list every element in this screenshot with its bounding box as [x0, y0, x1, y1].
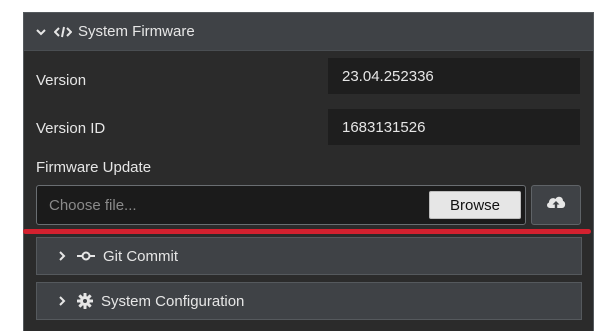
system-firmware-header[interactable]: System Firmware: [24, 13, 593, 51]
firmware-update-label: Firmware Update: [36, 159, 152, 176]
system-firmware-title: System Firmware: [78, 23, 195, 40]
chevron-down-icon: [34, 25, 48, 39]
system-configuration-title: System Configuration: [101, 292, 245, 310]
git-commit-title: Git Commit: [103, 247, 178, 265]
upload-firmware-button[interactable]: [531, 185, 581, 225]
version-label: Version: [36, 72, 87, 89]
gear-icon: [77, 293, 93, 309]
git-commit-icon: [77, 250, 95, 262]
browse-button[interactable]: Browse: [429, 191, 521, 219]
version-value: 23.04.252336: [328, 58, 580, 94]
version-id-value-text: 1683131526: [342, 118, 426, 136]
browse-button-label: Browse: [449, 196, 501, 214]
version-id-value: 1683131526: [328, 109, 580, 145]
code-icon: [54, 25, 72, 39]
git-commit-section[interactable]: Git Commit: [36, 237, 582, 275]
version-id-label: Version ID: [36, 120, 106, 137]
cloud-upload-icon: [545, 194, 567, 217]
system-configuration-section[interactable]: System Configuration: [36, 282, 582, 320]
chevron-right-icon: [55, 249, 69, 263]
system-firmware-panel: System Firmware Version 23.04.252336 Ver…: [23, 12, 594, 331]
red-annotation-line: [23, 229, 591, 234]
version-value-text: 23.04.252336: [342, 67, 434, 85]
firmware-file-input[interactable]: Choose file... Browse: [36, 185, 526, 225]
chevron-right-icon: [55, 294, 69, 308]
